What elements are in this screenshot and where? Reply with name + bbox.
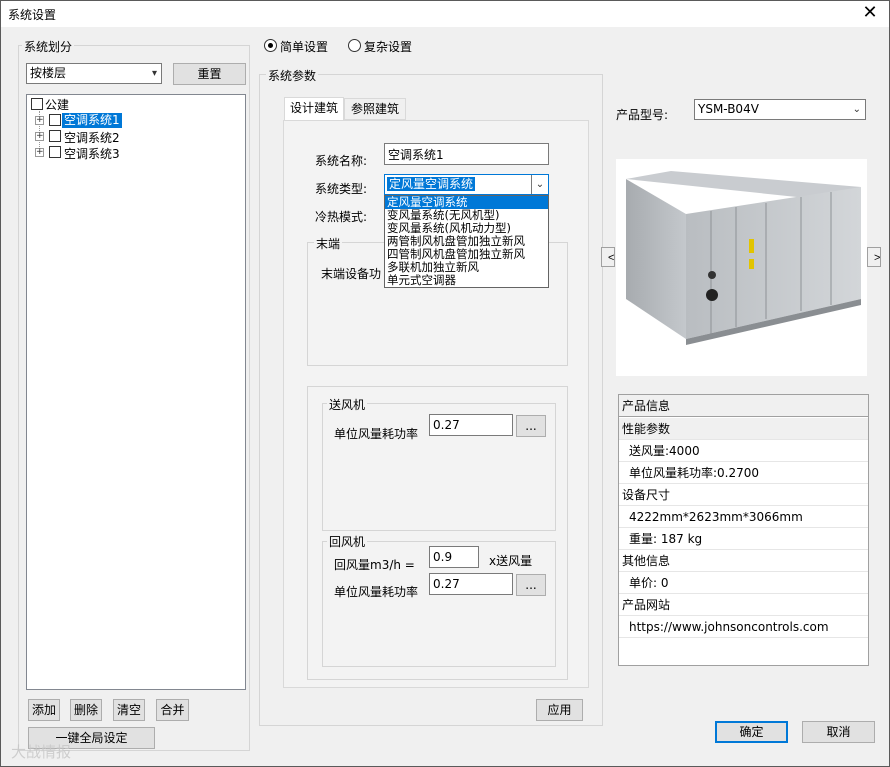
return-fan-more-button[interactable]: ... (516, 574, 546, 596)
system-name-label: 系统名称: (315, 154, 368, 168)
cancel-button[interactable]: 取消 (802, 721, 875, 743)
close-icon[interactable]: ✕ (857, 2, 883, 26)
next-product-button[interactable]: > (867, 247, 881, 267)
terminal-group-label: 末端 (314, 235, 343, 252)
system-name-input[interactable] (384, 143, 549, 165)
info-category: 其他信息 (619, 550, 868, 572)
product-image (616, 159, 867, 376)
info-value: 4222mm*2623mm*3066mm (619, 506, 868, 528)
info-category: 产品网站 (619, 594, 868, 616)
title-bar: 系统设置 ✕ (1, 1, 889, 27)
reset-button[interactable]: 重置 (173, 63, 246, 85)
expand-icon[interactable]: + (35, 132, 44, 141)
return-fan-power-input[interactable] (429, 573, 513, 595)
info-category: 性能参数 (619, 418, 868, 440)
system-type-value: 定风量空调系统 (387, 177, 476, 191)
simple-mode-label[interactable]: 简单设置 (280, 38, 328, 55)
product-info-header: 产品信息 (619, 395, 868, 417)
tree-item-ac-system-3[interactable]: 空调系统3 (64, 145, 120, 162)
return-fan-label: 回风机 (327, 533, 368, 550)
tree-item-checkbox[interactable] (49, 146, 61, 158)
info-value: https://www.johnsoncontrols.com (619, 616, 868, 638)
tree-root-label[interactable]: 公建 (45, 96, 69, 113)
supply-fan-power-label: 单位风量耗功率 (334, 427, 419, 441)
division-select[interactable]: 按楼层 ▾ (26, 63, 162, 84)
tree-item-checkbox[interactable] (49, 114, 61, 126)
chevron-down-icon: ▾ (151, 68, 157, 79)
add-button[interactable]: 添加 (28, 699, 60, 721)
expand-icon[interactable]: + (35, 148, 44, 157)
tree-item-ac-system-1[interactable]: 空调系统1 (62, 113, 122, 128)
apply-button[interactable]: 应用 (536, 699, 583, 721)
info-value: 送风量:4000 (619, 440, 868, 462)
system-type-label: 系统类型: (315, 182, 368, 196)
supply-fan-label: 送风机 (327, 396, 368, 413)
complex-mode-label[interactable]: 复杂设置 (364, 38, 412, 55)
expand-icon[interactable]: + (35, 116, 44, 125)
terminal-power-label: 末端设备功 (321, 267, 382, 281)
info-value: 重量: 187 kg (619, 528, 868, 550)
return-fan-power-label: 单位风量耗功率 (334, 585, 419, 599)
system-settings-dialog: 系统设置 ✕ 系统划分 按楼层 ▾ 重置 公建 + 空调系统1 + 空调系统2 … (0, 0, 890, 767)
tree-root-checkbox[interactable] (31, 98, 43, 110)
prev-product-button[interactable]: < (601, 247, 615, 267)
info-value: 单位风量耗功率:0.2700 (619, 462, 868, 484)
division-group-label: 系统划分 (22, 38, 75, 55)
delete-button[interactable]: 删除 (70, 699, 102, 721)
product-model-label: 产品型号: (616, 108, 669, 122)
simple-mode-radio[interactable] (264, 39, 277, 52)
chevron-down-icon[interactable]: ⌄ (531, 175, 548, 194)
params-group-label: 系统参数 (266, 67, 319, 84)
info-category: 设备尺寸 (619, 484, 868, 506)
window-title: 系统设置 (8, 8, 57, 22)
system-type-dropdown[interactable]: 定风量空调系统 变风量系统(无风机型) 变风量系统(风机动力型) 两管制风机盘管… (384, 195, 549, 288)
supply-fan-power-input[interactable] (429, 414, 513, 436)
system-tree[interactable]: 公建 + 空调系统1 + 空调系统2 + 空调系统3 (26, 94, 246, 690)
return-air-ratio-unit: x送风量 (489, 554, 533, 568)
return-air-ratio-label: 回风量m3/h = (334, 558, 415, 572)
supply-fan-more-button[interactable]: ... (516, 415, 546, 437)
tree-item-ac-system-2[interactable]: 空调系统2 (64, 129, 120, 146)
complex-mode-radio[interactable] (348, 39, 361, 52)
tab-reference-building[interactable]: 参照建筑 (344, 98, 406, 120)
watermark-logo: 大战情报 (11, 743, 72, 761)
ok-button[interactable]: 确定 (715, 721, 788, 743)
chevron-down-icon: ⌄ (852, 104, 861, 115)
product-info-panel: 产品信息 性能参数 送风量:4000 单位风量耗功率:0.2700 设备尺寸 4… (618, 394, 869, 666)
air-handling-unit-image (626, 171, 861, 345)
division-select-value: 按楼层 (30, 66, 67, 80)
tree-item-checkbox[interactable] (49, 130, 61, 142)
product-model-select[interactable]: YSM-B04V ⌄ (694, 99, 866, 120)
clear-button[interactable]: 清空 (113, 699, 145, 721)
system-type-select[interactable]: 定风量空调系统 ⌄ (384, 174, 549, 195)
cooling-heating-mode-label: 冷热模式: (315, 210, 368, 224)
info-value: 单价: 0 (619, 572, 868, 594)
product-model-value: YSM-B04V (698, 102, 759, 116)
merge-button[interactable]: 合并 (156, 699, 189, 721)
tab-design-building[interactable]: 设计建筑 (284, 97, 344, 121)
return-air-ratio-input[interactable] (429, 546, 479, 568)
dropdown-option[interactable]: 单元式空调器 (385, 274, 548, 287)
